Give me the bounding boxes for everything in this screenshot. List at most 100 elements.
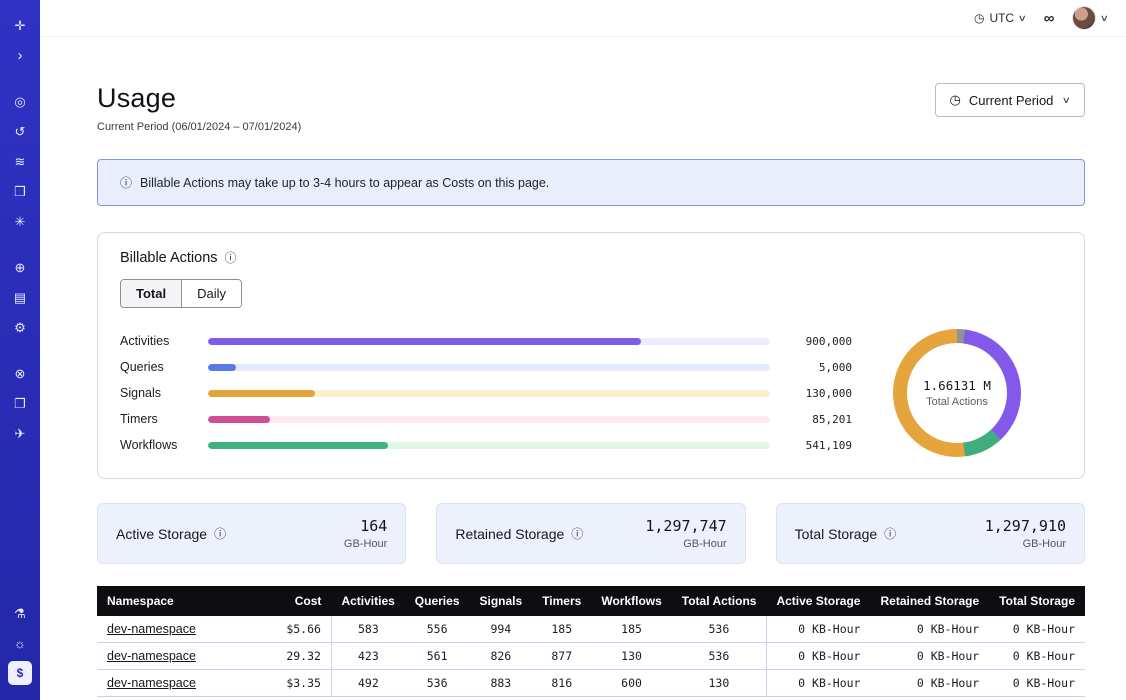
info-icon[interactable]: ⓘ (884, 525, 896, 542)
cell-timers: 185 (532, 616, 591, 643)
namespaces-icon[interactable]: ◎ (8, 89, 32, 113)
cell-retained-storage: 0 KB-Hour (870, 643, 989, 670)
info-icon: ⓘ (120, 174, 132, 191)
col-header-total-actions: Total Actions (672, 586, 767, 616)
tab-total[interactable]: Total (121, 280, 182, 307)
donut-total-value: 1.66131 M (923, 378, 991, 393)
cell-signals: 883 (470, 670, 533, 697)
sidebar-collapse-icon[interactable]: › (8, 43, 32, 67)
main-area: ◷ UTC ∨ ∞ ∨ Usage Current Period (06/01/… (40, 0, 1126, 700)
cell-signals: 826 (470, 643, 533, 670)
theme-toggle-icon[interactable]: ☼ (8, 631, 32, 655)
cell-queries: 536 (405, 670, 470, 697)
bar-row-workflows: Workflows 541,109 (120, 432, 852, 458)
bar-track (208, 416, 770, 423)
info-icon[interactable]: ⓘ (571, 525, 583, 542)
storage-card-label: Retained Storage ⓘ (455, 525, 583, 542)
bar-fill (208, 390, 315, 397)
bar-track (208, 364, 770, 371)
storage-card-unit: GB-Hour (645, 538, 726, 550)
table-header: Namespace Cost Activities Queries Signal… (97, 586, 1085, 616)
storage-card-title: Total Storage (795, 526, 878, 542)
cell-activities: 423 (331, 643, 404, 670)
info-icon[interactable]: ⓘ (225, 249, 237, 266)
cloud-icon[interactable]: ⊕ (8, 255, 32, 279)
cell-workflows: 130 (591, 643, 671, 670)
bar-fill (208, 416, 270, 423)
info-banner: ⓘ Billable Actions may take up to 3-4 ho… (97, 159, 1085, 206)
cell-retained-storage: 0 KB-Hour (870, 616, 989, 643)
chevron-down-icon: ∨ (1018, 13, 1027, 24)
cell-signals: 994 (470, 616, 533, 643)
namespace-usage-table: Namespace Cost Activities Queries Signal… (97, 586, 1085, 697)
timezone-selector[interactable]: ◷ UTC ∨ (974, 11, 1026, 25)
app-window: ✛ › ◎ ↺ ≋ ❒ ✳ ⊕ ▤ ⚙ ⊗ ❐ ✈ ⚗ ☼ $ ◷ (0, 0, 1126, 700)
cell-workflows: 185 (591, 616, 671, 643)
donut-total-label: Total Actions (926, 396, 988, 408)
info-banner-text: Billable Actions may take up to 3-4 hour… (140, 176, 549, 190)
bar-track (208, 390, 770, 397)
sidebar-group-help: ⊗ ❐ ✈ (8, 358, 32, 448)
topbar: ◷ UTC ∨ ∞ ∨ (40, 0, 1126, 37)
sidebar: ✛ › ◎ ↺ ≋ ❒ ✳ ⊕ ▤ ⚙ ⊗ ❐ ✈ ⚗ ☼ $ (0, 0, 40, 700)
period-selector-label: Current Period (969, 93, 1054, 108)
bar-value: 130,000 (786, 387, 852, 400)
bar-value: 900,000 (786, 335, 852, 348)
cell-total-actions: 536 (672, 616, 767, 643)
col-header-timers: Timers (532, 586, 591, 616)
namespace-link[interactable]: dev-namespace (107, 622, 196, 636)
namespace-link[interactable]: dev-namespace (107, 676, 196, 690)
nexus-icon[interactable]: ✳ (8, 209, 32, 233)
col-header-activities: Activities (331, 586, 404, 616)
bar-label: Timers (120, 412, 192, 426)
sidebar-group-workspace: ◎ ↺ ≋ ❒ ✳ (8, 86, 32, 236)
cell-active-storage: 0 KB-Hour (766, 616, 870, 643)
cell-total-storage: 0 KB-Hour (989, 643, 1085, 670)
user-menu[interactable]: ∨ (1072, 6, 1108, 30)
settings-gear-icon[interactable]: ⚙ (8, 315, 32, 339)
storage-card-unit: GB-Hour (344, 538, 387, 550)
cell-total-storage: 0 KB-Hour (989, 616, 1085, 643)
cell-queries: 561 (405, 643, 470, 670)
deployments-icon[interactable]: ❒ (8, 179, 32, 203)
storage-card-value-block: 1,297,910 GB-Hour (985, 517, 1066, 550)
bar-row-timers: Timers 85,201 (120, 406, 852, 432)
glasses-icon[interactable]: ∞ (1044, 10, 1055, 27)
bar-track (208, 338, 770, 345)
namespace-link[interactable]: dev-namespace (107, 649, 196, 663)
docs-icon[interactable]: ❐ (8, 391, 32, 415)
table-row: dev-namespace $3.35 492 536 883 816 600 … (97, 670, 1085, 697)
bar-value: 85,201 (786, 413, 852, 426)
schedules-icon[interactable]: ≋ (8, 149, 32, 173)
history-icon[interactable]: ↺ (8, 119, 32, 143)
cell-timers: 877 (532, 643, 591, 670)
info-icon[interactable]: ⓘ (214, 525, 226, 542)
storage-summary-row: Active Storage ⓘ 164 GB-Hour Retained St… (97, 503, 1085, 564)
col-header-workflows: Workflows (591, 586, 671, 616)
bar-label: Activities (120, 334, 192, 348)
labs-flask-icon[interactable]: ⚗ (8, 601, 32, 625)
usage-dollar-icon[interactable]: $ (8, 661, 32, 685)
cell-total-actions: 536 (672, 643, 767, 670)
total-storage-card: Total Storage ⓘ 1,297,910 GB-Hour (776, 503, 1085, 564)
support-icon[interactable]: ⊗ (8, 361, 32, 385)
active-storage-card: Active Storage ⓘ 164 GB-Hour (97, 503, 406, 564)
bar-track (208, 442, 770, 449)
chevron-down-icon: ∨ (1100, 13, 1109, 24)
donut-center: 1.66131 M Total Actions (907, 343, 1007, 443)
cell-total-storage: 0 KB-Hour (989, 670, 1085, 697)
bar-label: Signals (120, 386, 192, 400)
bar-fill (208, 338, 641, 345)
period-selector-button[interactable]: ◷ Current Period ∨ (935, 83, 1085, 117)
cell-active-storage: 0 KB-Hour (766, 670, 870, 697)
feedback-icon[interactable]: ✈ (8, 421, 32, 445)
billing-icon[interactable]: ▤ (8, 285, 32, 309)
col-header-signals: Signals (470, 586, 533, 616)
billable-view-tabs: Total Daily (120, 279, 242, 308)
bar-value: 5,000 (786, 361, 852, 374)
table-row: dev-namespace 29.32 423 561 826 877 130 … (97, 643, 1085, 670)
tab-daily[interactable]: Daily (182, 280, 241, 307)
page-content: Usage Current Period (06/01/2024 – 07/01… (40, 37, 1126, 700)
stopwatch-icon: ◷ (950, 92, 961, 108)
bar-label: Workflows (120, 438, 192, 452)
